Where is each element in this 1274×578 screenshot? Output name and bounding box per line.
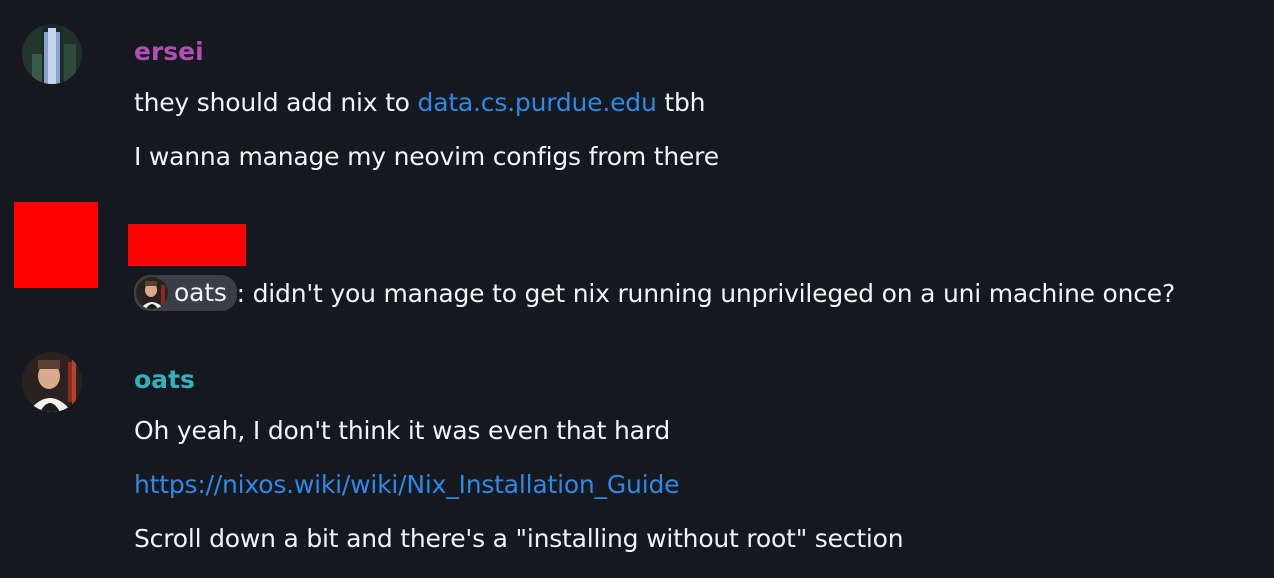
author-name[interactable]: oats [134, 365, 195, 395]
person-avatar-icon [136, 277, 168, 309]
message-line: I wanna manage my neovim configs from th… [134, 142, 719, 171]
message-line: they should add nix to data.cs.purdue.ed… [134, 87, 705, 119]
message-line: oats : didn't you manage to get nix runn… [134, 275, 1176, 311]
message-link[interactable]: https://nixos.wiki/wiki/Nix_Installation… [134, 469, 679, 501]
message-link[interactable]: data.cs.purdue.edu [418, 88, 657, 117]
message-text: they should add nix to [134, 88, 418, 117]
mention-name: oats [174, 278, 227, 307]
message-text: tbh [656, 88, 706, 117]
user-mention-pill[interactable]: oats [134, 275, 237, 311]
person-avatar-icon[interactable] [22, 352, 82, 412]
redacted-avatar [14, 202, 98, 288]
redacted-author-name [128, 224, 246, 266]
message-line: Oh yeah, I don't think it was even that … [134, 416, 671, 445]
message-text: : didn't you manage to get nix running u… [236, 279, 1176, 308]
waterfall-avatar-icon[interactable] [22, 24, 82, 84]
message-line: Scroll down a bit and there's a "install… [134, 524, 904, 553]
author-name[interactable]: ersei [134, 37, 204, 67]
